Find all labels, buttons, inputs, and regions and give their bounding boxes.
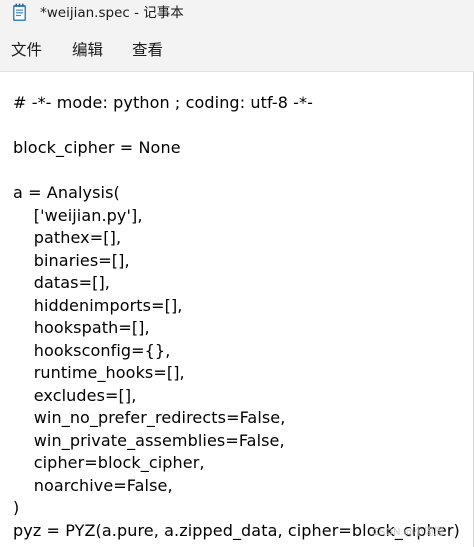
editor-line: pathex=[], xyxy=(13,228,122,247)
menu-file[interactable]: 文件 xyxy=(9,40,44,60)
watermark: CSDN @小周周 xyxy=(372,527,444,538)
menu-bar: 文件 编辑 查看 xyxy=(0,26,474,72)
text-editor[interactable]: # -*- mode: python ; coding: utf-8 -*- b… xyxy=(0,72,473,547)
editor-line: excludes=[], xyxy=(13,385,137,405)
editor-line: # -*- mode: python ; coding: utf-8 -*- xyxy=(13,93,314,112)
editor-line: a = Analysis( xyxy=(13,183,120,202)
editor-line: win_private_assemblies=False, xyxy=(13,430,285,450)
editor-line: hooksconfig={}, xyxy=(13,340,171,360)
editor-line: cipher=block_cipher, xyxy=(13,453,205,472)
editor-line: ) xyxy=(13,498,20,517)
editor-line: ['weijian.py'], xyxy=(13,205,143,225)
menu-edit[interactable]: 编辑 xyxy=(70,40,105,60)
notepad-window: *weijian.spec - 记事本 文件 编辑 查看 # -*- mode:… xyxy=(0,0,474,547)
menu-view[interactable]: 查看 xyxy=(130,40,165,60)
editor-line: hookspath=[], xyxy=(13,318,150,337)
title-bar[interactable]: *weijian.spec - 记事本 xyxy=(0,0,474,26)
editor-line: datas=[], xyxy=(13,273,110,292)
notepad-icon xyxy=(13,3,26,21)
editor-line: runtime_hooks=[], xyxy=(13,363,185,382)
window-title: *weijian.spec - 记事本 xyxy=(40,5,184,21)
editor-line: win_no_prefer_redirects=False, xyxy=(13,408,286,427)
editor-line: noarchive=False, xyxy=(13,475,173,495)
editor-line: block_cipher = None xyxy=(13,138,181,157)
editor-line: binaries=[], xyxy=(13,250,130,270)
editor-line: hiddenimports=[], xyxy=(13,295,183,315)
